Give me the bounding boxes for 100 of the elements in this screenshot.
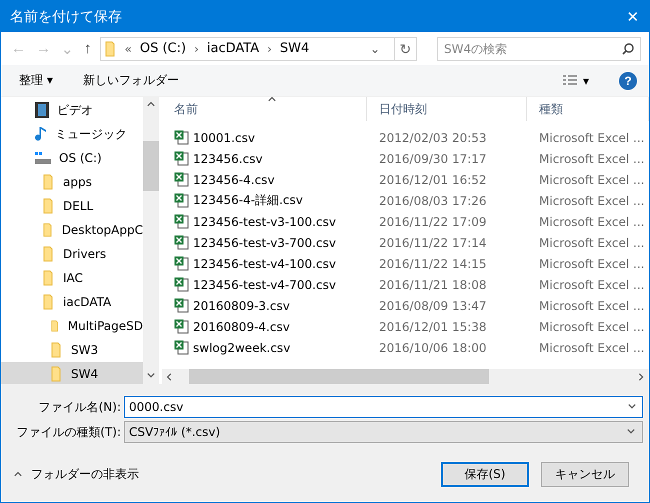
file-type-label: ファイルの種類(T): — [15, 424, 121, 440]
date-cell-text: 2012/02/03 20:53 — [378, 130, 488, 144]
file-name-field[interactable]: 0000.csv — [124, 396, 643, 418]
spreadsheet-file-icon — [174, 151, 189, 166]
view-options-button[interactable]: ▾ — [582, 74, 589, 88]
date-cell-text: 2016/11/22 14:15 — [378, 256, 488, 270]
breadcrumb[interactable]: iacDATA — [206, 41, 260, 56]
hide-folders-button[interactable]: フォルダーの非表示 — [13, 466, 139, 483]
dropdown-caret-icon[interactable] — [627, 403, 637, 411]
type-cell-text: Microsoft Excel ... — [538, 214, 646, 228]
type-cell-text: Microsoft Excel ... — [538, 130, 646, 144]
type-cell-text: Microsoft Excel ... — [538, 172, 646, 186]
close-button[interactable]: ✕ — [617, 1, 649, 32]
spreadsheet-file-icon — [174, 235, 189, 250]
view-icon[interactable] — [562, 74, 577, 86]
tree-item[interactable]: Drivers — [1, 242, 143, 266]
scroll-right-icon[interactable] — [636, 372, 646, 380]
folder-icon — [43, 174, 55, 190]
film-icon — [35, 102, 49, 118]
type-cell-text: Microsoft Excel ... — [538, 320, 646, 334]
type-cell-text: Microsoft Excel ... — [538, 340, 646, 354]
up-button[interactable]: ↑ — [82, 40, 94, 57]
date-cell-text: 2016/11/22 17:09 — [378, 214, 488, 228]
dropdown-caret-icon[interactable] — [626, 428, 636, 436]
spreadsheet-file-icon — [174, 277, 189, 292]
date-cell-text: 2016/08/09 13:47 — [378, 298, 488, 312]
spreadsheet-file-icon — [174, 256, 189, 271]
date-cell-text: 2016/09/30 17:17 — [378, 152, 488, 166]
spreadsheet-file-icon — [174, 193, 189, 208]
collapse-icon[interactable] — [13, 470, 23, 478]
folder-icon — [104, 40, 116, 56]
breadcrumb[interactable]: SW4 — [280, 41, 310, 56]
sort-ascending-icon[interactable] — [267, 96, 277, 104]
search-field[interactable]: SW4の検索 — [437, 36, 641, 60]
spreadsheet-file-icon — [174, 340, 189, 355]
tree-item[interactable]: SW3 — [1, 338, 143, 362]
tree-item[interactable]: apps — [1, 170, 143, 194]
folder-icon — [51, 366, 63, 382]
column-header[interactable]: 名前 — [162, 97, 367, 121]
date-cell-text: 2016/11/21 18:08 — [378, 278, 488, 292]
file-name[interactable]: 20160809-4.csv — [162, 319, 367, 334]
spreadsheet-file-icon — [174, 319, 189, 334]
file-name[interactable]: 123456.csv — [162, 151, 367, 166]
type-cell-text: Microsoft Excel ... — [538, 236, 646, 250]
path-separator[interactable]: › — [194, 42, 199, 56]
date-cell-text: 2016/12/01 16:52 — [378, 172, 488, 186]
date-cell-text: 2016/11/22 17:14 — [378, 236, 488, 250]
scroll-thumb[interactable] — [189, 369, 489, 384]
horizontal-scrollbar[interactable] — [162, 369, 649, 384]
scroll-up-icon[interactable] — [146, 101, 156, 109]
tree-item[interactable]: MultiPageSD — [1, 314, 143, 338]
dialog-button[interactable]: キャンセル — [541, 462, 629, 487]
file-name-label: ファイル名(N): — [38, 398, 121, 416]
folder-icon — [43, 270, 55, 286]
file-name[interactable]: 123456-test-v4-700.csv — [162, 277, 367, 292]
tree-item[interactable]: OS (C:) — [1, 146, 143, 170]
new-folder-button[interactable]: 新しいフォルダー — [82, 72, 179, 89]
folder-icon — [43, 222, 54, 238]
file-name[interactable]: 123456-test-v4-100.csv — [162, 256, 367, 271]
column-header[interactable]: 種類 — [527, 97, 649, 121]
breadcrumb[interactable]: OS (C:) — [140, 41, 186, 56]
file-name[interactable]: 20160809-3.csv — [162, 298, 367, 313]
column-header[interactable]: 日付時刻 — [367, 97, 527, 121]
folder-icon — [43, 246, 55, 262]
folder-icon — [51, 342, 63, 358]
date-cell-text: 2016/10/06 18:00 — [378, 340, 488, 354]
file-name[interactable]: 123456-4.csv — [162, 172, 367, 187]
spreadsheet-file-icon — [174, 130, 189, 145]
dialog-button[interactable]: 保存(S) — [441, 462, 529, 487]
tree-item[interactable]: DELL — [1, 194, 143, 218]
file-name[interactable]: 10001.csv — [162, 130, 367, 145]
search-icon — [622, 42, 634, 54]
tree-item[interactable]: DesktopAppC — [1, 218, 143, 242]
type-cell-text: Microsoft Excel ... — [538, 278, 646, 292]
tree-item[interactable]: iacDATA — [1, 290, 143, 314]
type-cell-text: Microsoft Excel ... — [538, 152, 646, 166]
tree-item[interactable]: IAC — [1, 266, 143, 290]
date-cell-text: 2016/12/01 15:38 — [378, 320, 488, 334]
address-bar[interactable]: « OS (C:) › iacDATA › SW4 ⌄ ↻ — [100, 36, 417, 60]
file-name[interactable]: 123456-test-v3-700.csv — [162, 235, 367, 250]
vertical-scrollbar[interactable] — [143, 97, 159, 384]
organize-button[interactable]: 整理 ▾ — [19, 72, 53, 89]
file-name[interactable]: 123456-test-v3-100.csv — [162, 214, 367, 229]
tree-item[interactable]: SW4 — [1, 362, 143, 384]
scroll-down-icon[interactable] — [146, 372, 156, 380]
overflow-marker[interactable]: « — [124, 42, 132, 56]
tree-item[interactable]: ビデオ — [1, 98, 143, 122]
type-cell-text: Microsoft Excel ... — [538, 256, 646, 270]
drive-icon — [35, 152, 51, 164]
scroll-thumb[interactable] — [143, 140, 159, 190]
file-name[interactable]: 123456-4-詳細.csv — [162, 192, 367, 209]
file-name[interactable]: swlog2week.csv — [162, 340, 367, 355]
path-separator[interactable]: › — [267, 42, 272, 56]
tree-item[interactable]: ミュージック — [1, 122, 143, 146]
folder-icon — [43, 294, 55, 310]
spreadsheet-file-icon — [174, 298, 189, 313]
spreadsheet-file-icon — [174, 172, 189, 187]
help-button[interactable]: ? — [619, 72, 637, 90]
file-type-dropdown[interactable]: CSVﾌｧｲﾙ (*.csv) — [124, 421, 643, 443]
folder-icon — [43, 198, 55, 214]
